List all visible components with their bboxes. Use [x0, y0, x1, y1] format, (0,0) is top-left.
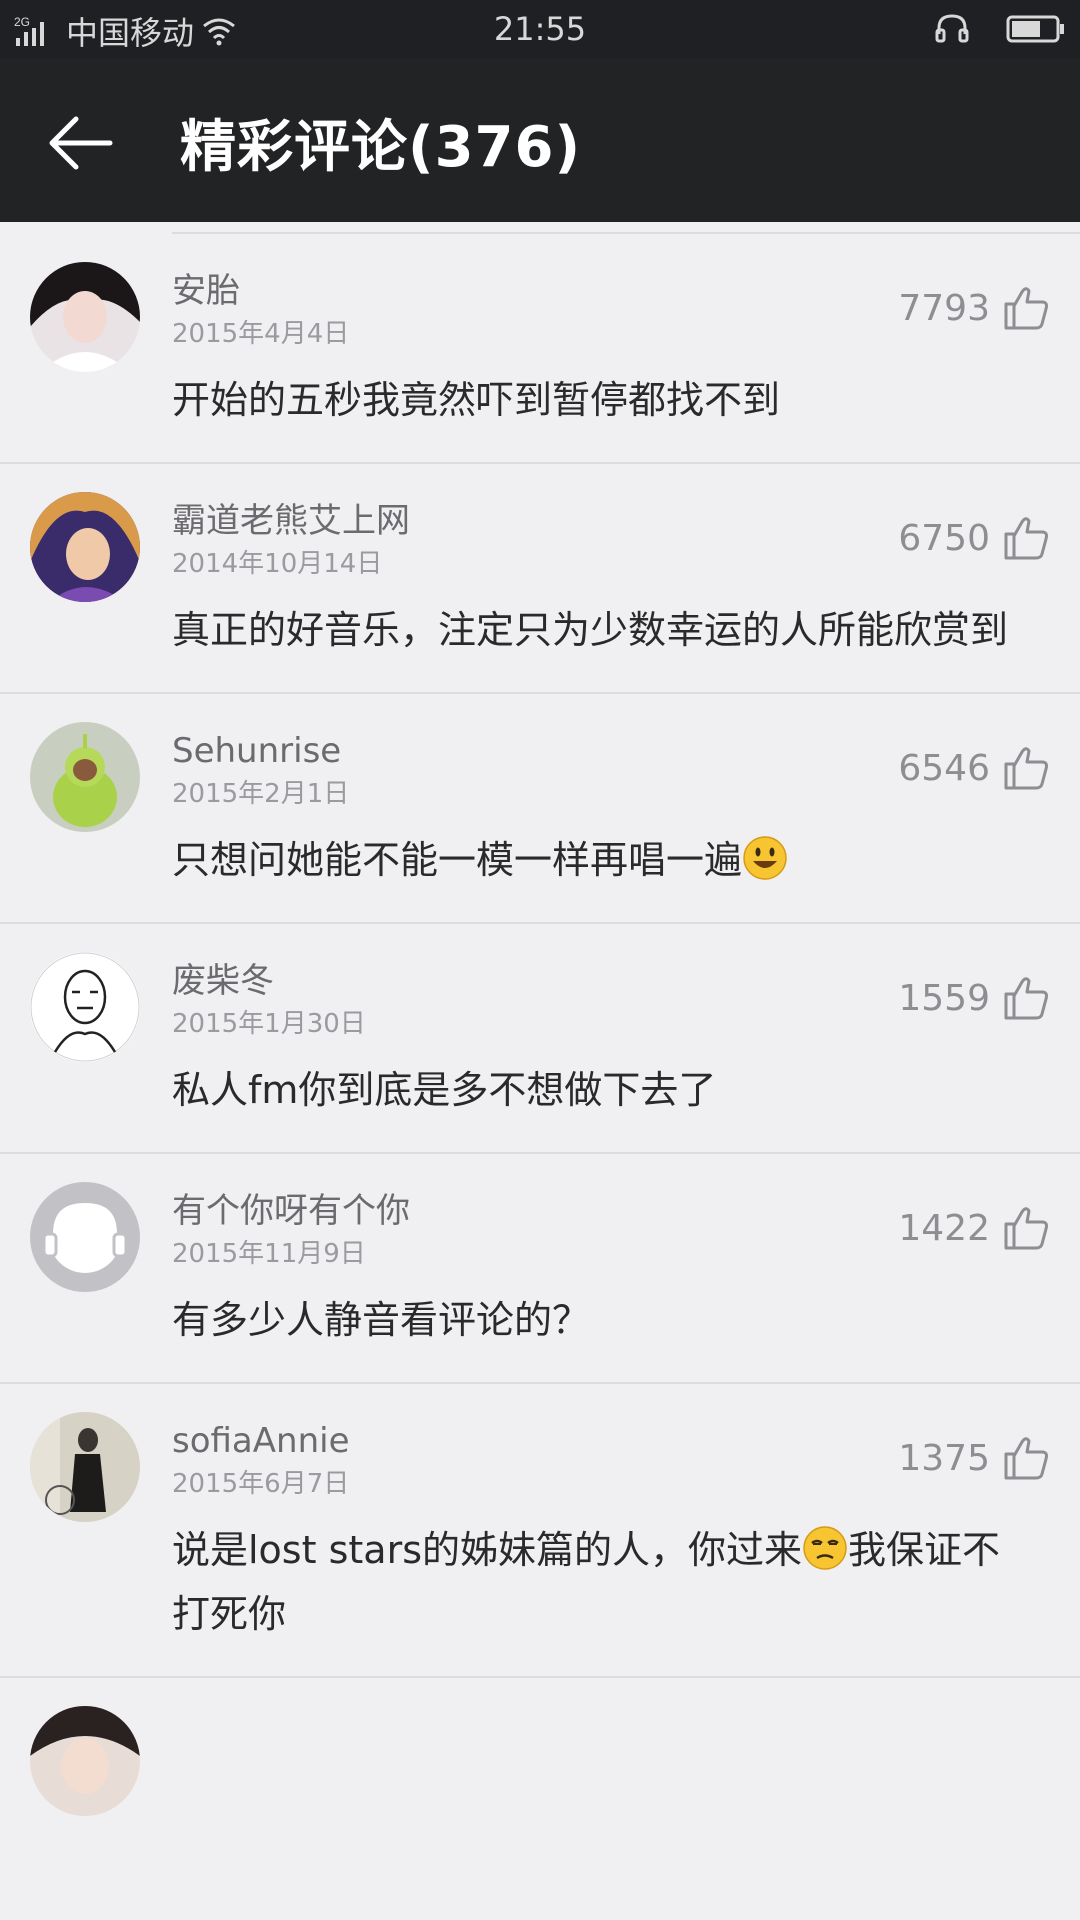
status-right — [934, 12, 1066, 46]
headset-icon — [935, 14, 969, 43]
username[interactable]: 有个你呀有个你 — [172, 1154, 1040, 1232]
unamused-emoji-icon — [803, 1526, 847, 1570]
comment-item[interactable]: 6750 霸道老熊艾上网 2014年10月14日 真正的好音乐，注定只为少数幸运… — [0, 464, 1080, 694]
comment-text: 有多少人静音看评论的？ — [172, 1298, 591, 1342]
comment-text: 私人fm你到底是多不想做下去了 — [172, 1068, 717, 1112]
nav-bar: 精彩评论(376) — [0, 58, 1080, 222]
comment-date: 2015年11月9日 — [172, 1239, 366, 1269]
avatar-image-icon — [30, 1706, 140, 1816]
comment-item[interactable]: 7793 安胎 2015年4月4日 开始的五秒我竟然吓到暂停都找不到 — [0, 234, 1080, 464]
username[interactable]: Sehunrise — [172, 694, 1040, 772]
status-time: 21:55 — [493, 10, 587, 48]
back-arrow-icon[interactable] — [40, 100, 126, 186]
comment-item-partial[interactable] — [0, 1678, 1080, 1816]
comment-list[interactable]: 7793 安胎 2015年4月4日 开始的五秒我竟然吓到暂停都找不到 6750 — [0, 222, 1080, 1920]
comment-item[interactable]: 1422 有个你呀有个你 2015年11月9日 有多少人静音看评论的？ — [0, 1154, 1080, 1384]
comment-text: 说是lost stars的姊妹篇的人，你过来 我保证不打死你 — [172, 1518, 1040, 1676]
username[interactable]: 霸道老熊艾上网 — [172, 464, 1040, 542]
username[interactable]: 安胎 — [172, 234, 1040, 312]
page-title: 精彩评论(376) — [180, 115, 582, 180]
comment-date: 2015年1月30日 — [172, 1009, 366, 1039]
comment-text: 只想问她能不能一模一样再唱一遍 — [172, 828, 1040, 922]
comment-date: 2015年6月7日 — [172, 1469, 350, 1499]
avatar[interactable] — [30, 1706, 140, 1816]
comment-date: 2014年10月14日 — [172, 549, 383, 579]
battery-icon — [1006, 15, 1064, 43]
comment-date: 2015年4月4日 — [172, 319, 350, 349]
status-bar: 2G 中国移动 21:55 — [0, 0, 1080, 58]
comment-text-body: 只想问她能不能一模一样再唱一遍 — [172, 838, 743, 882]
smiley-emoji-icon — [743, 836, 787, 880]
comment-date: 2015年2月1日 — [172, 779, 350, 809]
comment-text-part: 说是lost stars的姊妹篇的人，你过来 — [172, 1528, 802, 1572]
comment-item[interactable]: 1559 废柴冬 2015年1月30日 私人fm你到底是多不想做下去了 — [0, 924, 1080, 1154]
comment-item[interactable]: 1375 sofiaAnnie 2015年6月7日 说是lost stars的姊… — [0, 1384, 1080, 1678]
comment-item[interactable]: 6546 Sehunrise 2015年2月1日 只想问她能不能一模一样再唱一遍 — [0, 694, 1080, 924]
username[interactable]: 废柴冬 — [172, 924, 1040, 1002]
comment-text: 开始的五秒我竟然吓到暂停都找不到 — [172, 378, 781, 422]
comment-text: 真正的好音乐，注定只为少数幸运的人所能欣赏到 — [172, 608, 1009, 652]
username[interactable]: sofiaAnnie — [172, 1384, 1040, 1462]
